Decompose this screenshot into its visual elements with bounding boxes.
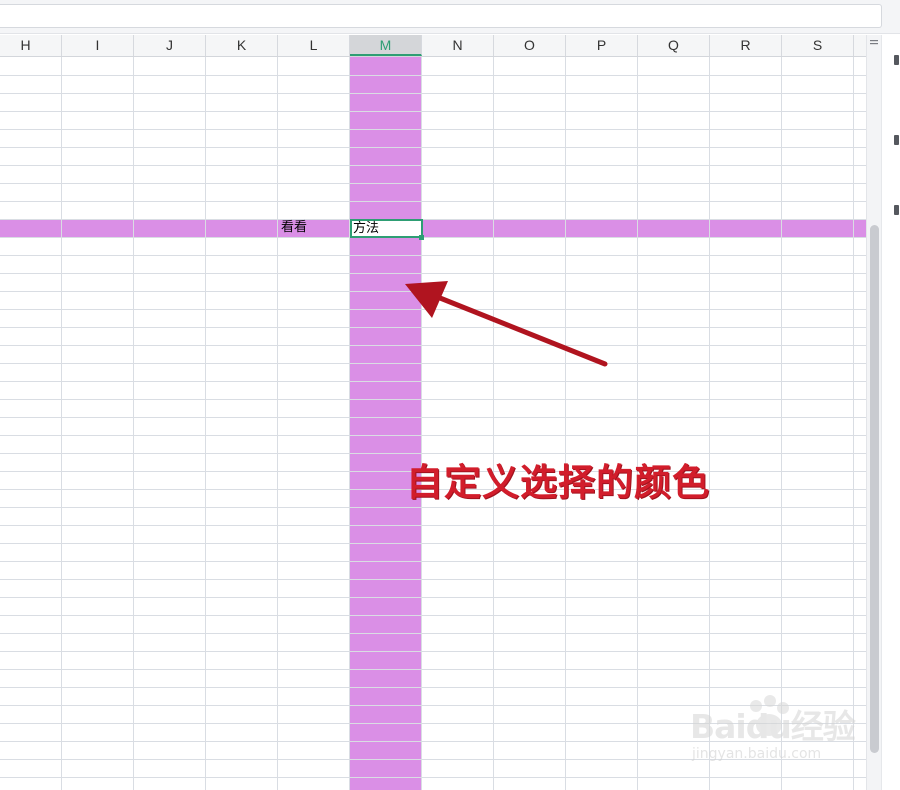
arrow-icon	[405, 281, 608, 367]
watermark-url: jingyan.baidu.com	[692, 746, 822, 762]
watermark: Baidu经验 jingyan.baidu.com	[690, 694, 856, 769]
watermark-text: Baidu经验	[690, 707, 856, 746]
annotation-text: 自定义选择的颜色	[406, 461, 710, 504]
